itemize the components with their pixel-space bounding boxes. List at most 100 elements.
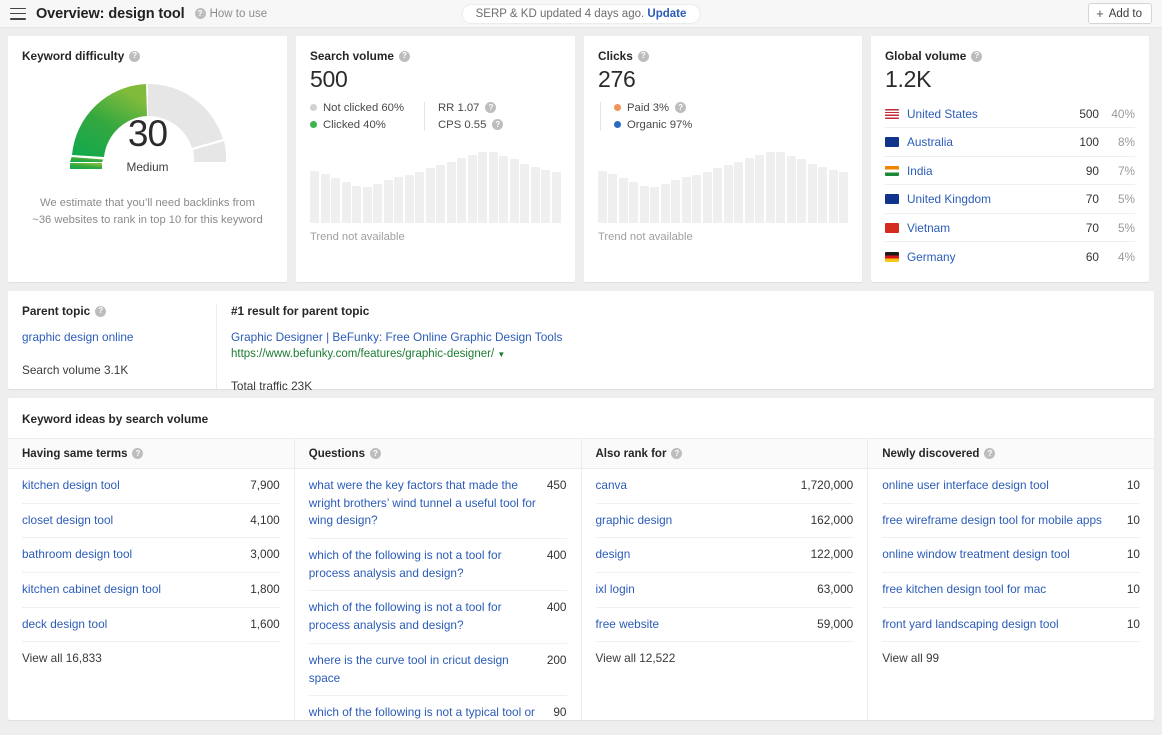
help-icon[interactable]: ?	[675, 102, 686, 113]
clicks-legend: Paid 3% ? Organic 97%	[584, 94, 862, 131]
table-row[interactable]: kitchen cabinet design tool1,800	[22, 573, 280, 608]
global-volume-row[interactable]: India907%	[885, 157, 1135, 186]
help-icon[interactable]: ?	[984, 448, 995, 459]
keyword-link[interactable]: closet design tool	[22, 512, 113, 530]
table-row[interactable]: which of the following is not a tool for…	[309, 539, 567, 591]
keyword-link[interactable]: canva	[596, 477, 627, 495]
help-icon[interactable]: ?	[485, 102, 496, 113]
how-to-use-link[interactable]: ? How to use	[195, 8, 268, 20]
global-volume-row[interactable]: Vietnam705%	[885, 214, 1135, 243]
keyword-link[interactable]: which of the following is not a tool for…	[309, 547, 537, 582]
keyword-volume: 4,100	[250, 512, 280, 530]
table-row[interactable]: free kitchen design tool for mac10	[882, 573, 1140, 608]
keyword-link[interactable]: which of the following is not a typical …	[309, 704, 544, 720]
table-row[interactable]: which of the following is not a typical …	[309, 696, 567, 720]
sparkline-bar	[331, 178, 340, 223]
keyword-link[interactable]: which of the following is not a tool for…	[309, 599, 537, 634]
country-link[interactable]: United States	[907, 107, 1057, 121]
sparkline-bar	[766, 152, 775, 223]
sparkline-bar	[598, 171, 607, 223]
help-icon[interactable]: ?	[370, 448, 381, 459]
keyword-link[interactable]: bathroom design tool	[22, 546, 132, 564]
global-volume-row[interactable]: Australia1008%	[885, 128, 1135, 157]
table-row[interactable]: front yard landscaping design tool10	[882, 608, 1140, 643]
country-volume: 500	[1057, 107, 1099, 121]
help-icon[interactable]: ?	[132, 448, 143, 459]
table-row[interactable]: online user interface design tool10	[882, 469, 1140, 504]
global-volume-row[interactable]: Germany604%	[885, 242, 1135, 271]
country-link[interactable]: United Kingdom	[907, 192, 1057, 206]
country-percent: 5%	[1099, 221, 1135, 235]
help-icon[interactable]: ?	[971, 51, 982, 62]
hamburger-menu-icon[interactable]	[10, 8, 26, 20]
sparkline-bar	[499, 156, 508, 223]
sparkline-bar	[692, 175, 701, 222]
table-row[interactable]: online window treatment design tool10	[882, 538, 1140, 573]
keyword-link[interactable]: what were the key factors that made the …	[309, 477, 537, 530]
table-row[interactable]: kitchen design tool7,900	[22, 469, 280, 504]
global-volume-row[interactable]: United States50040%	[885, 100, 1135, 129]
keyword-link[interactable]: free kitchen design tool for mac	[882, 581, 1046, 599]
keyword-link[interactable]: online user interface design tool	[882, 477, 1049, 495]
table-row[interactable]: canva1,720,000	[596, 469, 854, 504]
country-link[interactable]: India	[907, 164, 1057, 178]
keyword-link[interactable]: free wireframe design tool for mobile ap…	[882, 512, 1102, 530]
sparkline-bar	[661, 184, 670, 223]
country-link[interactable]: Australia	[907, 135, 1057, 149]
sparkline-bar	[629, 182, 638, 223]
help-icon[interactable]: ?	[129, 51, 140, 62]
table-row[interactable]: graphic design162,000	[596, 504, 854, 539]
view-all-link[interactable]: View all 99	[882, 642, 1140, 665]
view-all-link[interactable]: View all 16,833	[22, 642, 280, 665]
help-icon[interactable]: ?	[638, 51, 649, 62]
keyword-link[interactable]: free website	[596, 616, 660, 634]
table-row[interactable]: ixl login 63,000	[596, 573, 854, 608]
add-to-button[interactable]: + Add to	[1088, 3, 1152, 24]
table-row[interactable]: where is the curve tool in cricut design…	[309, 644, 567, 696]
top-result-link[interactable]: Graphic Designer | BeFunky: Free Online …	[231, 330, 1140, 344]
keyword-link[interactable]: ixl login	[596, 581, 635, 599]
table-row[interactable]: bathroom design tool3,000	[22, 538, 280, 573]
table-row[interactable]: design122,000	[596, 538, 854, 573]
serp-update-text: SERP & KD updated 4 days ago.	[476, 8, 645, 20]
table-row[interactable]: closet design tool 4,100	[22, 504, 280, 539]
update-link[interactable]: Update	[647, 8, 686, 20]
top-bar: Overview: design tool ? How to use SERP …	[0, 0, 1162, 28]
keyword-difficulty-gauge: 30 Medium	[8, 77, 287, 177]
country-link[interactable]: Germany	[907, 250, 1057, 264]
keyword-link[interactable]: deck design tool	[22, 616, 107, 634]
global-volume-row[interactable]: United Kingdom705%	[885, 185, 1135, 214]
keyword-link[interactable]: graphic design	[596, 512, 673, 530]
country-link[interactable]: Vietnam	[907, 221, 1057, 235]
keyword-link[interactable]: online window treatment design tool	[882, 546, 1070, 564]
keyword-volume: 63,000	[817, 581, 853, 599]
table-row[interactable]: free website59,000	[596, 608, 854, 643]
table-row[interactable]: free wireframe design tool for mobile ap…	[882, 504, 1140, 539]
sparkline-bar	[478, 152, 487, 223]
global-volume-header: Global volume ?	[871, 36, 1149, 63]
table-row[interactable]: what were the key factors that made the …	[309, 469, 567, 539]
column-header: Also rank for?	[582, 439, 868, 469]
chevron-down-icon[interactable]: ▼	[497, 350, 505, 359]
parent-topic-keyword[interactable]: graphic design online	[22, 330, 202, 344]
help-icon[interactable]: ?	[671, 448, 682, 459]
legend-label: CPS 0.55	[438, 119, 486, 131]
country-volume: 60	[1057, 250, 1099, 264]
table-row[interactable]: deck design tool1,600	[22, 608, 280, 643]
table-row[interactable]: which of the following is not a tool for…	[309, 591, 567, 643]
help-icon[interactable]: ?	[492, 119, 503, 130]
keyword-link[interactable]: design	[596, 546, 631, 564]
search-volume-trend-note: Trend not available	[296, 223, 575, 243]
sparkline-bar	[755, 155, 764, 223]
help-icon[interactable]: ?	[95, 306, 106, 317]
keyword-link[interactable]: front yard landscaping design tool	[882, 616, 1058, 634]
view-all-link[interactable]: View all 12,522	[596, 642, 854, 665]
top-result-url[interactable]: https://www.befunky.com/features/graphic…	[231, 348, 1140, 360]
keyword-link[interactable]: kitchen design tool	[22, 477, 120, 495]
column-header-label: Having same terms	[22, 448, 127, 460]
keyword-link[interactable]: kitchen cabinet design tool	[22, 581, 161, 599]
keyword-difficulty-card: Keyword difficulty ?	[8, 36, 287, 282]
keyword-link[interactable]: where is the curve tool in cricut design…	[309, 652, 537, 687]
help-icon[interactable]: ?	[399, 51, 410, 62]
parent-topic-left: Parent topic ? graphic design online Sea…	[8, 304, 216, 389]
